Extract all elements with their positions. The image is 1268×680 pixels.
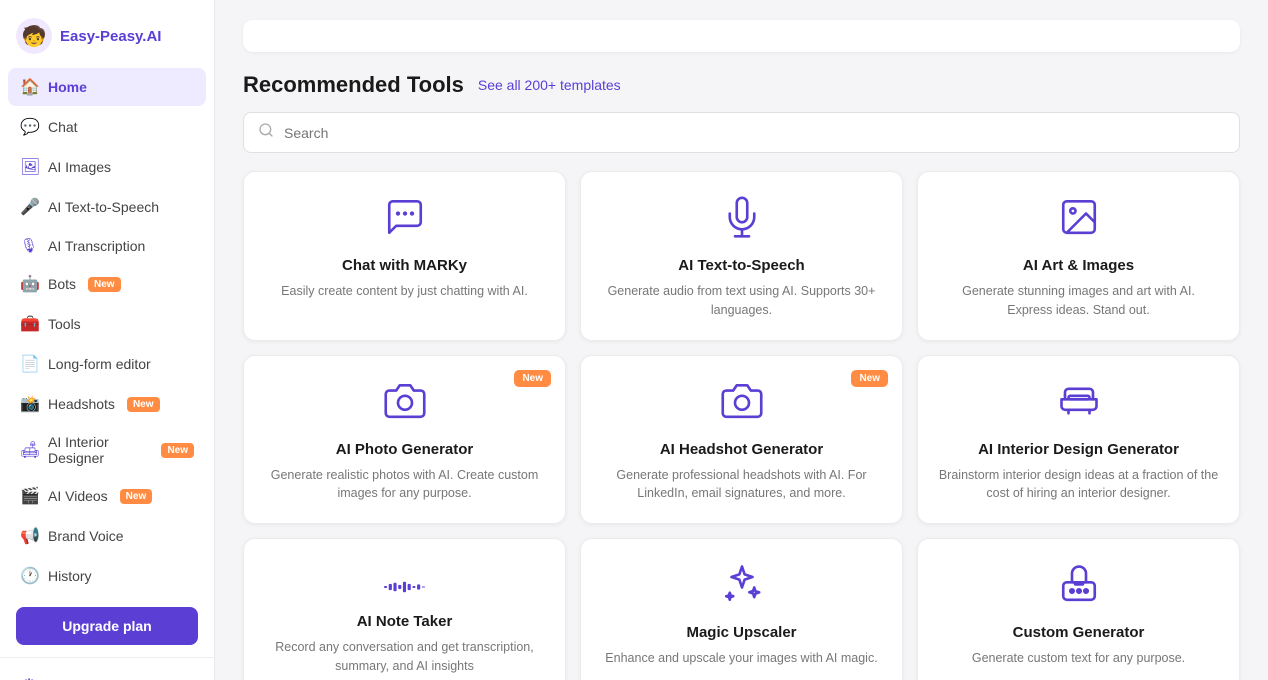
sidebar-item-ai-images[interactable]: 🖼 AI Images: [8, 148, 206, 186]
brand-voice-icon: 📢: [20, 526, 38, 546]
tool-desc-ai-headshot: Generate professional headshots with AI.…: [601, 466, 882, 504]
tool-name-ai-note: AI Note Taker: [357, 613, 453, 630]
tool-card-ai-photo[interactable]: New AI Photo Generator Generate realisti…: [243, 355, 566, 525]
ai-headshot-icon: [721, 380, 763, 429]
sidebar-item-bots[interactable]: 🤖 Bots New: [8, 265, 206, 303]
logo-text: Easy-Peasy.AI: [60, 28, 161, 45]
sidebar-item-ai-videos-label: AI Videos: [48, 488, 108, 504]
see-all-link[interactable]: See all 200+ templates: [478, 77, 621, 93]
home-icon: 🏠: [20, 77, 38, 97]
sidebar-item-long-form[interactable]: 📄 Long-form editor: [8, 345, 206, 383]
sidebar-item-brand-voice[interactable]: 📢 Brand Voice: [8, 517, 206, 555]
sidebar-item-headshots[interactable]: 📸 Headshots New: [8, 385, 206, 423]
sidebar-nav: 🏠 Home 💬 Chat 🖼 AI Images 🎤 AI Text-to-S…: [0, 68, 214, 595]
search-input[interactable]: [284, 125, 1225, 141]
tool-desc-ai-note: Record any conversation and get transcri…: [264, 638, 545, 676]
tool-card-ai-note[interactable]: AI Note Taker Record any conversation an…: [243, 538, 566, 680]
sidebar-item-ai-interior[interactable]: 🛋 AI Interior Designer New: [8, 425, 206, 475]
sidebar-item-bots-label: Bots: [48, 276, 76, 292]
ai-note-icon: [384, 563, 426, 601]
sidebar: 🧒 Easy-Peasy.AI 🏠 Home 💬 Chat 🖼 AI Image…: [0, 0, 215, 680]
upgrade-plan-button[interactable]: Upgrade plan: [16, 607, 198, 645]
tool-name-magic-upscaler: Magic Upscaler: [686, 624, 796, 641]
sidebar-item-chat[interactable]: 💬 Chat: [8, 108, 206, 146]
sidebar-item-chat-label: Chat: [48, 119, 78, 135]
headshots-badge: New: [127, 397, 160, 412]
ai-tts-card-icon: [721, 196, 763, 245]
top-bar: [243, 20, 1240, 52]
sidebar-item-ai-transcription[interactable]: 🎙 AI Transcription: [8, 228, 206, 263]
sidebar-item-ai-transcription-label: AI Transcription: [48, 238, 145, 254]
ai-images-icon: 🖼: [20, 157, 38, 177]
logo-icon: 🧒: [16, 18, 52, 54]
tool-card-magic-upscaler[interactable]: Magic Upscaler Enhance and upscale your …: [580, 538, 903, 680]
sidebar-item-history[interactable]: 🕐 History: [8, 557, 206, 595]
magic-upscaler-icon: [721, 563, 763, 612]
bots-icon: 🤖: [20, 274, 38, 294]
sidebar-item-history-label: History: [48, 568, 92, 584]
sidebar-item-tools-label: Tools: [48, 316, 81, 332]
ai-headshot-new-badge: New: [851, 370, 888, 387]
history-icon: 🕐: [20, 566, 38, 586]
tools-grid: Chat with MARKy Easily create content by…: [243, 171, 1240, 680]
tool-desc-magic-upscaler: Enhance and upscale your images with AI …: [605, 649, 877, 668]
tool-name-chat-marky: Chat with MARKy: [342, 257, 467, 274]
ai-photo-icon: [384, 380, 426, 429]
tool-name-ai-photo: AI Photo Generator: [336, 441, 474, 458]
sidebar-item-home-label: Home: [48, 79, 87, 95]
headshots-icon: 📸: [20, 394, 38, 414]
ai-art-icon: [1058, 196, 1100, 245]
section-title: Recommended Tools: [243, 72, 464, 98]
section-header: Recommended Tools See all 200+ templates: [243, 72, 1240, 98]
tools-icon: 🧰: [20, 314, 38, 334]
sidebar-item-brand-voice-label: Brand Voice: [48, 528, 124, 544]
ai-videos-badge: New: [120, 489, 153, 504]
tool-name-ai-headshot: AI Headshot Generator: [660, 441, 823, 458]
sidebar-item-ai-interior-label: AI Interior Designer: [48, 434, 149, 466]
tool-desc-ai-interior: Brainstorm interior design ideas at a fr…: [938, 466, 1219, 504]
custom-gen-icon: [1058, 563, 1100, 612]
tool-card-custom-gen[interactable]: Custom Generator Generate custom text fo…: [917, 538, 1240, 680]
ai-interior-icon: 🛋: [20, 440, 38, 460]
sidebar-item-settings[interactable]: ⚙ Settings: [8, 666, 206, 680]
long-form-icon: 📄: [20, 354, 38, 374]
tool-name-custom-gen: Custom Generator: [1013, 624, 1145, 641]
sidebar-item-ai-tts-label: AI Text-to-Speech: [48, 199, 159, 215]
chat-marky-icon: [384, 196, 426, 245]
tool-name-ai-art: AI Art & Images: [1023, 257, 1134, 274]
tool-desc-ai-art: Generate stunning images and art with AI…: [938, 282, 1219, 320]
ai-transcription-icon: 🎙: [20, 237, 38, 254]
sidebar-item-ai-videos[interactable]: 🎬 AI Videos New: [8, 477, 206, 515]
sidebar-bottom: ⚙ Settings: [0, 657, 214, 680]
chat-icon: 💬: [20, 117, 38, 137]
search-icon: [258, 122, 274, 143]
sidebar-item-long-form-label: Long-form editor: [48, 356, 151, 372]
tool-desc-chat-marky: Easily create content by just chatting w…: [281, 282, 528, 301]
bots-badge: New: [88, 277, 121, 292]
sidebar-item-home[interactable]: 🏠 Home: [8, 68, 206, 106]
sidebar-item-tools[interactable]: 🧰 Tools: [8, 305, 206, 343]
ai-videos-icon: 🎬: [20, 486, 38, 506]
tool-desc-custom-gen: Generate custom text for any purpose.: [972, 649, 1185, 668]
main-content: Recommended Tools See all 200+ templates…: [215, 0, 1268, 680]
ai-interior-badge: New: [161, 443, 194, 458]
search-bar: [243, 112, 1240, 153]
tool-card-chat-marky[interactable]: Chat with MARKy Easily create content by…: [243, 171, 566, 341]
tool-card-ai-interior[interactable]: AI Interior Design Generator Brainstorm …: [917, 355, 1240, 525]
sidebar-item-headshots-label: Headshots: [48, 396, 115, 412]
sidebar-item-ai-images-label: AI Images: [48, 159, 111, 175]
settings-icon: ⚙: [20, 675, 38, 680]
tool-card-ai-headshot[interactable]: New AI Headshot Generator Generate profe…: [580, 355, 903, 525]
tool-name-ai-tts: AI Text-to-Speech: [678, 257, 804, 274]
tool-card-ai-tts[interactable]: AI Text-to-Speech Generate audio from te…: [580, 171, 903, 341]
ai-tts-icon: 🎤: [20, 197, 38, 217]
tool-desc-ai-photo: Generate realistic photos with AI. Creat…: [264, 466, 545, 504]
tool-card-ai-art[interactable]: AI Art & Images Generate stunning images…: [917, 171, 1240, 341]
logo: 🧒 Easy-Peasy.AI: [0, 0, 214, 68]
ai-photo-new-badge: New: [514, 370, 551, 387]
tool-name-ai-interior: AI Interior Design Generator: [978, 441, 1179, 458]
tool-desc-ai-tts: Generate audio from text using AI. Suppo…: [601, 282, 882, 320]
sidebar-item-ai-tts[interactable]: 🎤 AI Text-to-Speech: [8, 188, 206, 226]
ai-interior-card-icon: [1058, 380, 1100, 429]
